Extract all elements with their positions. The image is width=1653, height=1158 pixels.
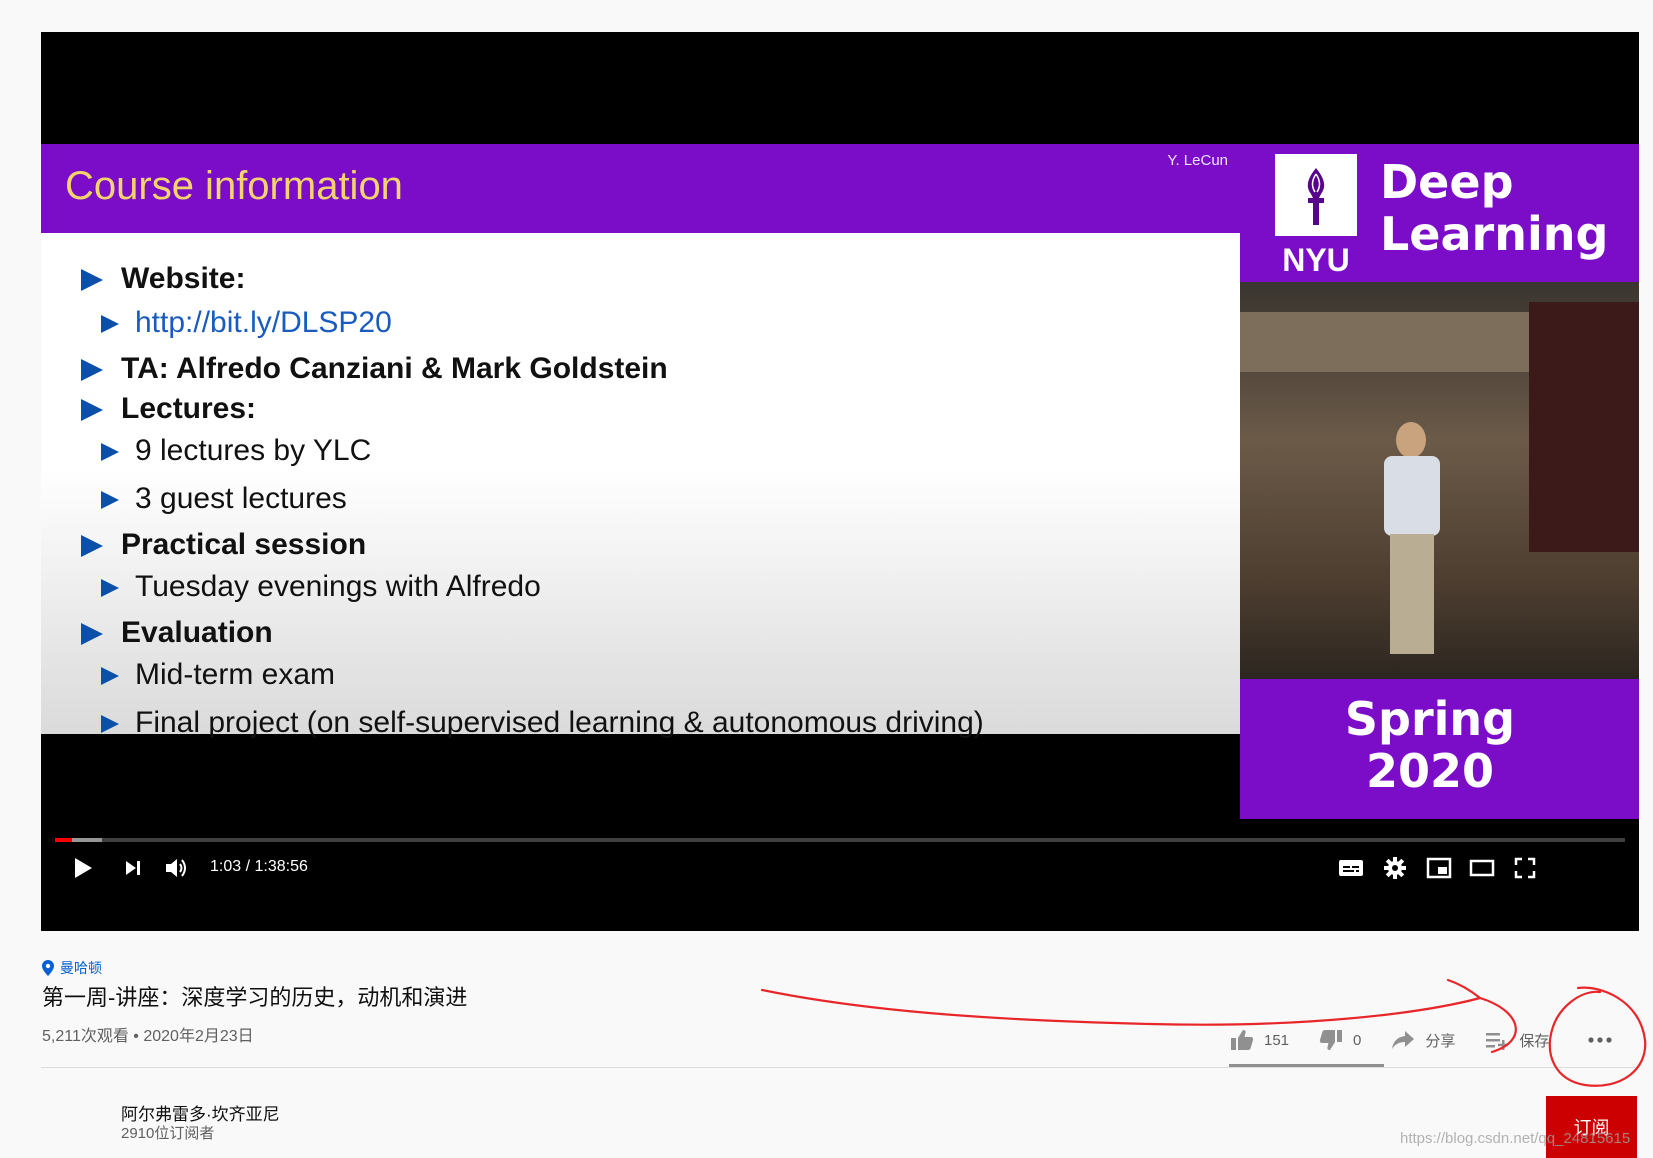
playlist-add-icon (1486, 1033, 1509, 1050)
bullet: Tuesday evenings with Alfredo (101, 570, 541, 604)
bullet: Practical session (81, 528, 366, 562)
theater-icon (1469, 859, 1495, 877)
bullet-arrow-icon (81, 623, 103, 646)
settings-button[interactable] (1375, 850, 1415, 886)
save-label: 保存 (1519, 1032, 1550, 1050)
watermark: https://blog.csdn.net/qq_24815615 (1400, 1130, 1631, 1147)
captions-icon (1339, 860, 1363, 876)
bullet: Mid-term exam (101, 658, 335, 692)
course-sidebar: NYU Deep Learning Spring 2020 (1240, 144, 1639, 819)
progress-bar[interactable] (55, 838, 1625, 842)
slide-header: Course information Y. LeCun (41, 144, 1240, 233)
slide: Course information Y. LeCun Website: htt… (41, 144, 1240, 739)
location-pin-icon (42, 960, 54, 976)
bullet: 3 guest lectures (101, 482, 347, 516)
course-title: Deep Learning (1380, 155, 1609, 261)
volume-icon (166, 859, 186, 877)
share-icon (1392, 1031, 1415, 1049)
bullet: http://bit.ly/DLSP20 (101, 306, 392, 340)
nyu-banner: NYU Deep Learning (1240, 144, 1639, 282)
slide-author: Y. LeCun (1167, 152, 1228, 169)
share-label: 分享 (1425, 1032, 1456, 1050)
bullet: Final project (on self-supervised learni… (101, 706, 984, 740)
bullet: Website: (81, 262, 245, 296)
thumbs-down-icon (1319, 1030, 1343, 1050)
bullet-arrow-icon (101, 667, 119, 686)
term-banner: Spring 2020 (1240, 679, 1639, 819)
play-icon (75, 858, 92, 878)
thumbs-up-icon (1231, 1030, 1254, 1050)
website-link: http://bit.ly/DLSP20 (135, 306, 392, 339)
gear-icon (1384, 857, 1406, 879)
term-text: Spring 2020 (1344, 692, 1516, 798)
like-count: 151 (1264, 1031, 1290, 1049)
bullet-arrow-icon (101, 315, 119, 334)
save-button[interactable]: 保存 (1485, 1030, 1549, 1051)
play-button[interactable] (65, 850, 101, 886)
location-link[interactable]: 曼哈顿 (42, 958, 102, 978)
more-horizontal-icon (1588, 1037, 1613, 1043)
bullet-arrow-icon (81, 535, 103, 558)
bullet-arrow-icon (101, 579, 119, 598)
nyu-logo: NYU (1275, 154, 1357, 278)
lecture-camera-feed (1240, 282, 1639, 679)
video-player[interactable]: Course information Y. LeCun Website: htt… (41, 32, 1639, 931)
time-display: 1:03 / 1:38:56 (210, 858, 308, 875)
bullet: TA: Alfredo Canziani & Mark Goldstein (81, 352, 668, 386)
bullet: Evaluation (81, 616, 273, 650)
subscribe-button[interactable]: 订阅 (1546, 1096, 1637, 1158)
bullet-arrow-icon (101, 443, 119, 462)
dislike-button[interactable]: 0 (1319, 1029, 1361, 1051)
lecturer (1376, 422, 1446, 672)
torch-icon (1275, 154, 1357, 236)
like-button[interactable]: 151 (1230, 1029, 1289, 1051)
share-button[interactable]: 分享 (1391, 1030, 1455, 1051)
bullet-arrow-icon (101, 491, 119, 510)
bullet-arrow-icon (101, 715, 119, 734)
more-actions-button[interactable] (1587, 1036, 1613, 1044)
action-bar: 151 0 分享 保存 (1230, 1024, 1643, 1056)
bullet-arrow-icon (81, 269, 103, 292)
page: Course information Y. LeCun Website: htt… (0, 0, 1653, 1158)
bullet-arrow-icon (81, 399, 103, 422)
volume-button[interactable] (157, 850, 197, 886)
bullet-arrow-icon (81, 359, 103, 382)
captions-button[interactable] (1331, 850, 1371, 886)
video-title: 第一周-讲座：深度学习的历史，动机和演进 (42, 985, 468, 1010)
dislike-count: 0 (1353, 1031, 1362, 1049)
fullscreen-button[interactable] (1505, 850, 1545, 886)
progress-played (55, 838, 72, 842)
theater-button[interactable] (1462, 850, 1502, 886)
view-count-date: 5,211次观看 • 2020年2月23日 (42, 1028, 254, 1045)
slide-title: Course information (65, 164, 403, 208)
miniplayer-button[interactable] (1419, 850, 1459, 886)
bullet: Lectures: (81, 392, 256, 426)
miniplayer-icon (1426, 857, 1452, 879)
bullet: 9 lectures by YLC (101, 434, 371, 468)
nyu-logo-text: NYU (1282, 242, 1350, 278)
next-button[interactable] (115, 850, 151, 886)
next-icon (126, 861, 140, 875)
divider (41, 1067, 1639, 1068)
subscriber-count: 2910位订阅者 (121, 1125, 215, 1142)
fullscreen-icon (1514, 857, 1536, 879)
location-label: 曼哈顿 (60, 960, 102, 976)
